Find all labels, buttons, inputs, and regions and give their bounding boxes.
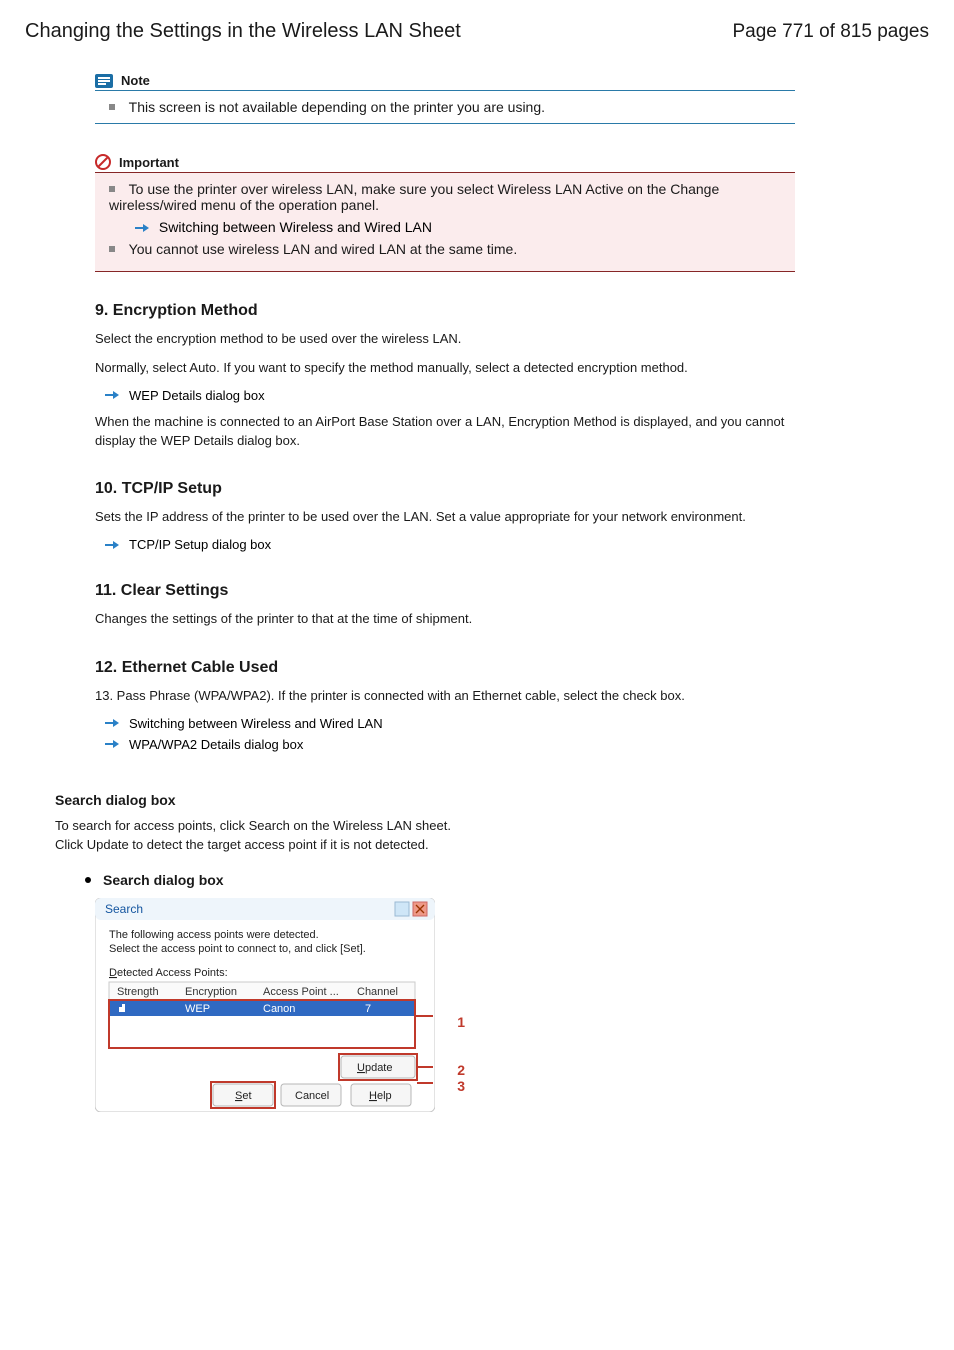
svg-text:The following access points we: The following access points were detecte… [109,929,319,941]
svg-text:7: 7 [365,1003,371,1015]
search-bullet-heading: Search dialog box [85,872,929,888]
arrow-right-icon [105,718,119,728]
item-11-p: Changes the settings of the printer to t… [95,610,795,629]
arrow-right-icon [105,390,119,400]
svg-text:Strength: Strength [117,986,159,998]
callout-3: 3 [457,1078,465,1094]
svg-text:Channel: Channel [357,986,398,998]
svg-text:Detected Access Points:: Detected Access Points: [109,967,228,979]
important-block: Important To use the printer over wirele… [95,154,795,272]
item-9-link[interactable]: WEP Details dialog box [129,388,265,403]
svg-text:Cancel: Cancel [295,1090,329,1102]
important-body2: You cannot use wireless LAN and wired LA… [129,241,518,257]
search-section-sub1: To search for access points, click Searc… [55,818,929,833]
item-11-heading: 11. Clear Settings [95,582,929,600]
svg-text:Encryption: Encryption [185,986,237,998]
svg-text:Canon: Canon [263,1003,295,1015]
item-10-heading: 10. TCP/IP Setup [95,480,929,498]
search-section-heading: Search dialog box [55,792,929,808]
square-bullet-icon [109,246,115,252]
note-label: Note [121,73,150,88]
important-link[interactable]: Switching between Wireless and Wired LAN [159,219,432,235]
page-number: Page 771 of 815 pages [732,21,929,43]
svg-text:Access Point ...: Access Point ... [263,986,339,998]
item-10-p-a: Sets the IP address of the printer to be… [95,508,795,527]
arrow-right-icon [105,739,119,749]
callout-2: 2 [457,1062,465,1078]
item-9-p-b: Normally, select Auto. If you want to sp… [95,359,795,378]
arrow-right-icon [105,540,119,550]
item-9-p-c: When the machine is connected to an AirP… [95,413,795,451]
square-bullet-icon [109,186,115,192]
item-12-link-a[interactable]: Switching between Wireless and Wired LAN [129,716,383,731]
svg-text:Select the access point to con: Select the access point to connect to, a… [109,943,366,955]
item-12-link-b[interactable]: WPA/WPA2 Details dialog box [129,737,303,752]
page-title: Changing the Settings in the Wireless LA… [25,20,461,43]
search-dialog-image: Search The following access points were … [95,898,455,1115]
arrow-right-icon [135,223,149,233]
item-9-p-a: Select the encryption method to be used … [95,330,795,349]
square-bullet-icon [109,104,115,110]
search-section-sub2: Click Update to detect the target access… [55,837,929,852]
important-label: Important [119,155,179,170]
item-9-heading: 9. Encryption Method [95,302,929,320]
note-body-text: This screen is not available depending o… [129,99,545,115]
svg-text:Update: Update [357,1062,392,1074]
svg-text:Help: Help [369,1090,392,1102]
important-body1: To use the printer over wireless LAN, ma… [109,181,719,213]
note-block: Note This screen is not available depend… [95,73,795,124]
item-10-link[interactable]: TCP/IP Setup dialog box [129,537,271,552]
item-12-heading: 12. Ethernet Cable Used [95,659,929,677]
svg-text:Search: Search [105,902,143,916]
note-icon [95,74,113,88]
svg-text:WEP: WEP [185,1003,210,1015]
item-12-p: 13. Pass Phrase (WPA/WPA2). If the print… [95,687,795,706]
callout-1: 1 [457,1014,465,1030]
svg-text:Set: Set [235,1090,252,1102]
important-icon [95,154,111,170]
